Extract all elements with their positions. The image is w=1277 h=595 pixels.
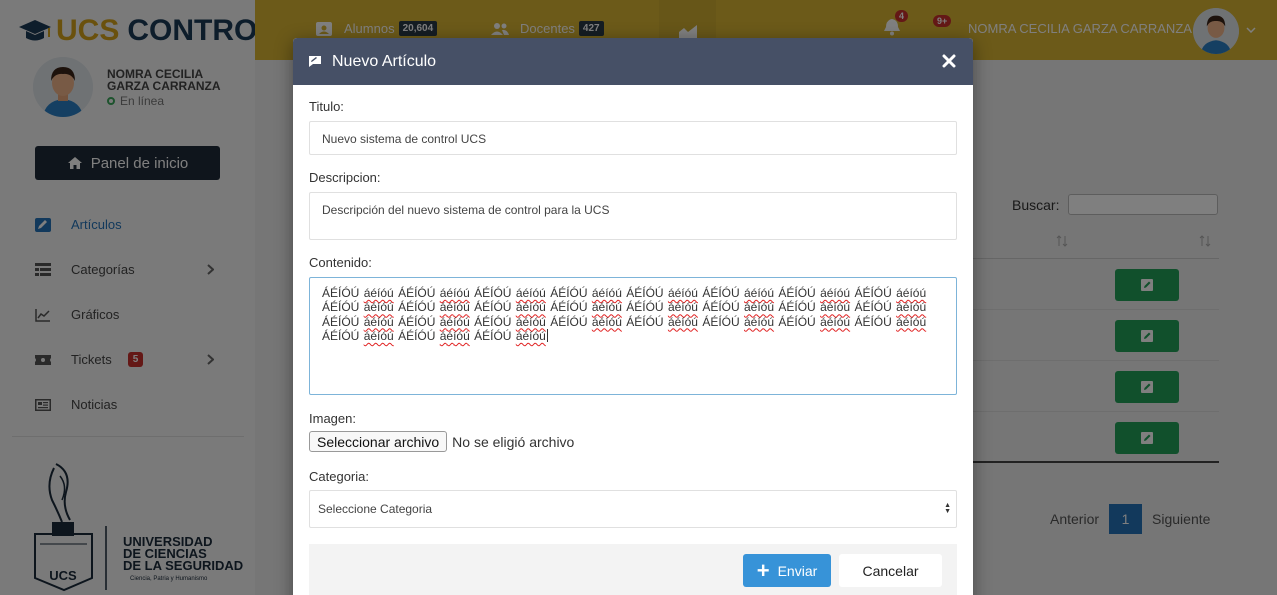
content-word-misspelled: áéíóú bbox=[591, 314, 622, 329]
content-word: ÁÉÍÓÚ bbox=[322, 300, 360, 315]
compose-icon bbox=[309, 56, 321, 67]
cancel-button[interactable]: Cancelar bbox=[839, 554, 942, 587]
descripcion-label: Descripcion: bbox=[309, 170, 381, 185]
content-word: ÁÉÍÓÚ bbox=[550, 300, 588, 315]
categoria-select[interactable]: Seleccione Categoria ▲ ▼ bbox=[309, 490, 957, 528]
content-word-misspelled: áéíóú bbox=[667, 300, 698, 315]
content-word: ÁÉÍÓÚ bbox=[626, 286, 664, 300]
contenido-textarea[interactable]: ÁÉÍÓÚ áéíóú ÁÉÍÓÚ áéíóú ÁÉÍÓÚ áéíóú ÁÉÍÓ… bbox=[309, 277, 957, 395]
content-word: ÁÉÍÓÚ bbox=[702, 300, 740, 315]
text-caret bbox=[546, 328, 548, 342]
content-word-misspelled: áéíóú bbox=[744, 314, 775, 329]
content-word: ÁÉÍÓÚ bbox=[474, 328, 512, 343]
content-word-misspelled: áéíóú bbox=[515, 328, 546, 343]
content-word-misspelled: áéíóú bbox=[667, 286, 698, 300]
content-word-misspelled: áéíóú bbox=[515, 314, 546, 329]
content-word-misspelled: áéíóú bbox=[515, 286, 546, 300]
content-word: ÁÉÍÓÚ bbox=[550, 286, 588, 300]
content-word: ÁÉÍÓÚ bbox=[398, 314, 436, 329]
content-word-misspelled: áéíóú bbox=[744, 286, 775, 300]
content-word-misspelled: áéíóú bbox=[667, 314, 698, 329]
content-word-misspelled: áéíóú bbox=[515, 300, 546, 315]
close-button[interactable] bbox=[939, 51, 959, 71]
titulo-label: Titulo: bbox=[309, 99, 344, 114]
content-word: ÁÉÍÓÚ bbox=[474, 314, 512, 329]
content-word: ÁÉÍÓÚ bbox=[626, 300, 664, 315]
modal-footer: + Enviar Cancelar bbox=[309, 544, 957, 595]
content-word: ÁÉÍÓÚ bbox=[702, 286, 740, 300]
contenido-text: ÁÉÍÓÚ áéíóú ÁÉÍÓÚ áéíóú ÁÉÍÓÚ áéíóú ÁÉÍÓ… bbox=[322, 286, 926, 343]
content-word: ÁÉÍÓÚ bbox=[474, 286, 512, 300]
content-word-misspelled: áéíóú bbox=[820, 300, 851, 315]
content-word: ÁÉÍÓÚ bbox=[778, 300, 816, 315]
content-word: ÁÉÍÓÚ bbox=[322, 328, 360, 343]
plus-icon: + bbox=[756, 557, 770, 583]
content-word: ÁÉÍÓÚ bbox=[778, 314, 816, 329]
select-arrows-icon: ▲ ▼ bbox=[944, 502, 951, 515]
content-word: ÁÉÍÓÚ bbox=[854, 314, 892, 329]
content-word-misspelled: áéíóú bbox=[363, 286, 394, 300]
content-word-misspelled: áéíóú bbox=[820, 286, 851, 300]
content-word: ÁÉÍÓÚ bbox=[550, 314, 588, 329]
imagen-label: Imagen: bbox=[309, 411, 356, 426]
content-word-misspelled: áéíóú bbox=[439, 314, 470, 329]
content-word-misspelled: áéíóú bbox=[439, 328, 470, 343]
new-article-modal: Nuevo Artículo Titulo: Nuevo sistema de … bbox=[293, 38, 973, 595]
content-word: ÁÉÍÓÚ bbox=[398, 286, 436, 300]
content-word: ÁÉÍÓÚ bbox=[398, 328, 436, 343]
choose-file-button[interactable]: Seleccionar archivo bbox=[309, 431, 448, 452]
content-word-misspelled: áéíóú bbox=[591, 286, 622, 300]
content-word-misspelled: áéíóú bbox=[591, 300, 622, 315]
contenido-label: Contenido: bbox=[309, 255, 372, 270]
content-word-misspelled: áéíóú bbox=[439, 300, 470, 315]
descripcion-textarea[interactable]: Descripción del nuevo sistema de control… bbox=[309, 192, 957, 240]
close-icon bbox=[942, 54, 956, 68]
content-word: ÁÉÍÓÚ bbox=[474, 300, 512, 315]
content-word-misspelled: áéíóú bbox=[896, 314, 927, 329]
content-word-misspelled: áéíóú bbox=[744, 300, 775, 315]
content-word: ÁÉÍÓÚ bbox=[626, 314, 664, 329]
content-word: ÁÉÍÓÚ bbox=[854, 286, 892, 300]
categoria-label: Categoria: bbox=[309, 469, 369, 484]
modal-header: Nuevo Artículo bbox=[293, 38, 973, 85]
content-word: ÁÉÍÓÚ bbox=[702, 314, 740, 329]
content-word: ÁÉÍÓÚ bbox=[322, 286, 360, 300]
send-button[interactable]: + Enviar bbox=[743, 554, 831, 587]
content-word-misspelled: áéíóú bbox=[896, 300, 927, 315]
file-picker: Seleccionar archivo No se eligió archivo bbox=[309, 431, 574, 452]
content-word-misspelled: áéíóú bbox=[896, 286, 927, 300]
content-word-misspelled: áéíóú bbox=[363, 300, 394, 315]
content-word-misspelled: áéíóú bbox=[363, 328, 394, 343]
content-word: ÁÉÍÓÚ bbox=[854, 300, 892, 315]
content-word: ÁÉÍÓÚ bbox=[398, 300, 436, 315]
modal-title: Nuevo Artículo bbox=[332, 52, 437, 70]
content-word: ÁÉÍÓÚ bbox=[322, 314, 360, 329]
content-word: ÁÉÍÓÚ bbox=[778, 286, 816, 300]
content-word-misspelled: áéíóú bbox=[820, 314, 851, 329]
content-word-misspelled: áéíóú bbox=[363, 314, 394, 329]
titulo-input[interactable]: Nuevo sistema de control UCS bbox=[309, 121, 957, 155]
file-status: No se eligió archivo bbox=[452, 433, 575, 450]
content-word-misspelled: áéíóú bbox=[439, 286, 470, 300]
